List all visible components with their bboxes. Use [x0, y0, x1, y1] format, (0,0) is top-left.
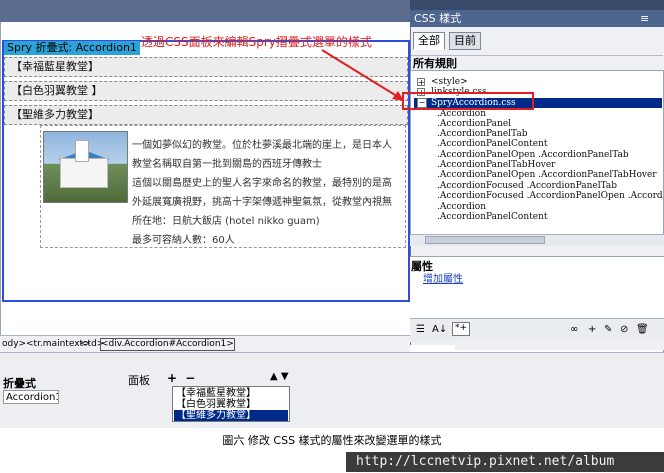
church-tower	[75, 140, 89, 162]
rule-item[interactable]: .AccordionPanelTab	[437, 129, 527, 139]
rule-linkstyle[interactable]: linkstyle.css	[431, 87, 487, 97]
content-line-4: 外延展寬廣視野，挑高十字架傳遞神聖氣氛，從教堂內視無	[132, 197, 392, 208]
expand-icon[interactable]: +	[417, 78, 425, 87]
panel-reorder: ▲ ▼	[270, 371, 289, 382]
panels-list[interactable]: 【幸福藍星教堂】 【白色羽翼教堂】 【聖維多力教堂】	[172, 386, 290, 422]
panel-list-item[interactable]: 【幸福藍星教堂】	[174, 388, 288, 399]
category-view-icon[interactable]: ☰	[416, 324, 425, 335]
widget-type-label: 折疊式	[3, 377, 36, 390]
content-line-1: 一個如夢似幻的教堂。位於杜夢溪最北端的崖上，是日本人	[132, 140, 392, 151]
annotation-text: 透過CSS面板來編輯Spry摺疊式選單的樣式	[141, 35, 372, 49]
attach-stylesheet-icon[interactable]: ∞	[570, 324, 578, 335]
tag-div-accordion[interactable]: <div.Accordion#Accordion1>	[100, 338, 235, 351]
rule-item[interactable]: .AccordionFocused .AccordionPanelOpen .A…	[437, 191, 663, 201]
set-properties-icon[interactable]: *+	[452, 322, 470, 336]
add-property-link[interactable]: 增加屬性	[423, 270, 463, 285]
content-line-5: 所在地：日航大飯店 (hotel nikko guam)	[132, 216, 320, 227]
panels-label: 面板	[128, 374, 150, 387]
tag-selector-bar: ody> <tr.maintext> <td> <div.Accordion#A…	[0, 335, 410, 352]
remove-panel-button[interactable]: −	[185, 371, 195, 385]
status-bar-right	[455, 338, 664, 350]
panel-list-item[interactable]: 【白色羽翼教堂】	[174, 399, 288, 410]
properties-inspector	[0, 352, 664, 428]
content-line-3: 這個以關島歷史上的聖人名字來命名的教堂，最特別的是高	[132, 178, 392, 189]
scrollbar-thumb[interactable]	[425, 236, 545, 244]
rule-item[interactable]: .AccordionPanelContent	[437, 139, 548, 149]
accordion-id-field[interactable]: Accordion1	[3, 390, 59, 404]
accordion-header-3[interactable]: 【聖維多力教堂】	[4, 105, 408, 125]
design-top-strip	[0, 0, 410, 22]
properties-pane	[410, 256, 664, 318]
delete-icon[interactable]: 🗑	[636, 324, 649, 335]
all-rules-heading[interactable]: 所有規則	[411, 55, 663, 71]
content-line-2: 教堂名稱取自第一批到關島的西班牙傳教士	[132, 159, 322, 170]
rule-item[interactable]: .AccordionPanel	[437, 119, 511, 129]
rule-style[interactable]: <style>	[431, 77, 468, 87]
new-rule-icon[interactable]: +	[588, 324, 596, 335]
rules-tree[interactable]: + <style> + linkstyle.css − SpryAccordio…	[410, 70, 664, 246]
watermark: http://lccnetvip.pixnet.net/album	[346, 452, 664, 472]
church-building	[60, 158, 108, 188]
disable-icon[interactable]: ⊘	[620, 324, 628, 335]
move-up-button[interactable]: ▲	[270, 371, 278, 382]
tab-all[interactable]: 全部	[413, 32, 445, 50]
alpha-view-icon[interactable]: A↓	[432, 324, 447, 335]
accordion-header-2[interactable]: 【白色羽翼教堂 】	[4, 81, 408, 101]
rule-item[interactable]: .AccordionPanelTabHover	[437, 160, 555, 170]
collapse-icon[interactable]: −	[417, 98, 427, 108]
accordion-header-1[interactable]: 【幸福藍星教堂】	[4, 57, 408, 77]
css-panel-title[interactable]: CSS 樣式	[410, 10, 664, 27]
add-panel-button[interactable]: +	[167, 371, 177, 385]
rule-item[interactable]: .AccordionPanelContent	[437, 212, 548, 222]
panel-group-bar	[410, 0, 664, 10]
rule-item[interactable]: .Accordion	[437, 109, 486, 119]
spry-accordion-tab[interactable]: Spry 折疊式: Accordion1	[4, 41, 140, 55]
tab-current[interactable]: 目前	[449, 32, 481, 50]
tag-body[interactable]: ody>	[2, 336, 26, 353]
edit-rule-icon[interactable]: ✎	[604, 324, 612, 335]
figure-caption: 圖六 修改 CSS 樣式的屬性來改變選單的樣式	[222, 434, 442, 447]
rule-item[interactable]: .Accordion	[437, 202, 486, 212]
rule-spryaccordion-css[interactable]: − SpryAccordion.css	[414, 98, 662, 108]
rule-item[interactable]: .AccordionPanelOpen .AccordionPanelTabHo…	[437, 170, 657, 180]
content-line-6: 最多可容納人數：60人	[132, 235, 235, 246]
move-down-button[interactable]: ▼	[281, 371, 289, 382]
rule-label: SpryAccordion.css	[431, 98, 516, 108]
rule-item[interactable]: .AccordionFocused .AccordionPanelTab	[437, 181, 617, 191]
panel-options-menu-icon[interactable]: ≡	[640, 10, 649, 27]
panel-list-item-selected[interactable]: 【聖維多力教堂】	[174, 410, 288, 421]
expand-icon[interactable]: +	[417, 88, 425, 97]
rule-item[interactable]: .AccordionPanelOpen .AccordionPanelTab	[437, 150, 629, 160]
panel-add-remove: + −	[167, 371, 195, 385]
